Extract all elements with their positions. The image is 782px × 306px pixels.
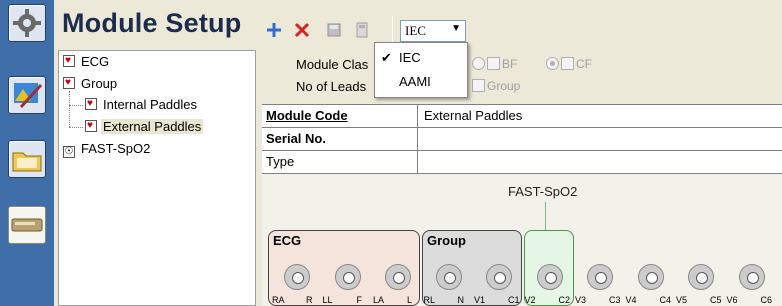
connector-label: F	[356, 295, 363, 305]
connector-label: R	[306, 295, 313, 305]
table-row: Type	[262, 151, 782, 174]
electrode-connector[interactable]	[284, 264, 310, 290]
table-row: Serial No.	[262, 128, 782, 151]
tree-item-ecg[interactable]: ♥ ECG	[63, 53, 111, 71]
module-detail-pane: Module Clas No of Leads BF CF Group Modu…	[262, 50, 782, 306]
module-form: Module Clas No of Leads BF CF Group	[262, 50, 782, 104]
page-title: Module Setup	[62, 8, 242, 38]
chevron-down-icon: ▼	[451, 23, 461, 34]
radio-circle	[546, 57, 559, 70]
grid-key: Serial No.	[262, 128, 418, 150]
connector-label: C4	[659, 295, 672, 305]
class-bf-radio[interactable]: BF	[472, 57, 517, 71]
leads-label: No of Leads	[296, 79, 367, 94]
tree-item-label: FAST-SpO2	[81, 141, 151, 156]
connector-label: RA	[272, 295, 285, 305]
module-tree[interactable]: ♥ ECG ♥ Group ♥ Internal Paddles ♥ External …	[58, 50, 256, 306]
plus-icon[interactable]	[264, 20, 284, 40]
menu-item-iec[interactable]: ✔ IEC	[375, 47, 467, 69]
connector-label: V4	[625, 295, 637, 305]
connector-label: V6	[726, 295, 738, 305]
gear-icon[interactable]	[8, 4, 46, 42]
electrode-connector[interactable]	[738, 264, 765, 290]
tree-connector	[69, 105, 83, 106]
tree-connector	[69, 127, 83, 128]
electrode-connector[interactable]	[334, 264, 361, 290]
standard-select-value: IEC	[405, 23, 426, 38]
copy-icon[interactable]	[352, 20, 372, 40]
connector-diagram: FAST-SpO2 ECG Group RA R LL F LA L RL N V1 C1 V2 C2…	[262, 176, 782, 306]
tree-item-group[interactable]: ♥ Group	[63, 75, 119, 93]
heart-icon	[561, 57, 574, 70]
group-checkbox[interactable]: Group	[472, 79, 520, 93]
tree-item-label: External Paddles	[101, 119, 204, 134]
x-icon[interactable]	[292, 20, 312, 40]
connector-label: C1	[508, 295, 520, 305]
class-bf-label: BF	[502, 57, 518, 71]
heart-icon: ♥	[63, 55, 75, 67]
connector-label: C6	[760, 295, 773, 305]
header: Module Setup IEC ▼	[54, 0, 782, 48]
connector-label: C5	[710, 295, 722, 305]
standard-select[interactable]: IEC ▼	[400, 20, 466, 42]
tree-item-external-paddles[interactable]: ♥ External Paddles	[85, 118, 204, 136]
electrode-connector[interactable]	[385, 264, 411, 290]
tree-item-label: Group	[81, 76, 118, 91]
connector-label: L	[407, 295, 413, 305]
tree-item-label: Internal Paddles	[103, 97, 197, 112]
connector-label: V5	[676, 295, 688, 305]
electrode-connector[interactable]	[587, 264, 613, 290]
ecg-group-title: ECG	[273, 233, 302, 248]
tree-item-fast-spo2[interactable]: ☉ FAST-SpO2	[63, 140, 152, 158]
group-checkbox-label: Group	[487, 79, 521, 93]
electrode-connector[interactable]	[637, 264, 664, 290]
module-properties-grid: Module Code External Paddles Serial No. …	[262, 104, 782, 174]
save-icon[interactable]	[324, 20, 344, 40]
radio-circle	[472, 57, 485, 70]
standard-menu: ✔ IEC AAMI	[374, 42, 468, 98]
connector-label: N	[457, 295, 465, 305]
grid-key: Type	[262, 151, 418, 173]
class-cf-radio[interactable]: CF	[546, 57, 592, 71]
electrode-connector[interactable]	[688, 264, 714, 290]
grid-key: Module Code	[262, 105, 418, 127]
class-cf-label: CF	[576, 57, 592, 71]
electrode-connector[interactable]	[435, 264, 462, 290]
menu-item-label: IEC	[399, 50, 421, 65]
heart-icon: ♥	[63, 77, 75, 89]
heart-icon: ♥	[85, 98, 97, 110]
fast-spo2-label: FAST-SpO2	[508, 184, 578, 199]
group-box-title: Group	[427, 233, 466, 248]
check-icon: ✔	[381, 50, 392, 65]
left-sidebar	[0, 0, 54, 306]
connector-label: C2	[558, 295, 571, 305]
tree-connector	[69, 91, 70, 127]
connector-label: C3	[609, 295, 621, 305]
electrode-connector[interactable]	[486, 264, 512, 290]
heart-icon: ♥	[85, 120, 97, 132]
connector-label: V3	[575, 295, 587, 305]
electrode-connector[interactable]	[536, 264, 563, 290]
connector-label: LA	[373, 295, 385, 305]
menu-item-aami[interactable]: AAMI	[375, 71, 467, 93]
connector-label: LL	[322, 295, 333, 305]
folder-icon[interactable]	[8, 140, 46, 178]
connector-label: V1	[474, 295, 486, 305]
paint-icon[interactable]	[8, 76, 46, 114]
connector-label: RL	[423, 295, 436, 305]
person-icon: ☉	[63, 146, 75, 158]
connector-line	[545, 202, 546, 230]
module-class-label: Module Clas	[296, 57, 369, 72]
checkbox	[472, 79, 485, 92]
device-icon[interactable]	[8, 206, 46, 244]
grid-value[interactable]: External Paddles	[424, 108, 522, 123]
tree-item-internal-paddles[interactable]: ♥ Internal Paddles	[85, 96, 199, 114]
connector-label: V2	[524, 295, 536, 305]
tree-item-label: ECG	[81, 54, 110, 69]
person-icon	[487, 57, 500, 70]
menu-item-label: AAMI	[399, 74, 431, 89]
toolbar-separator	[392, 16, 393, 42]
table-row: Module Code External Paddles	[262, 105, 782, 128]
